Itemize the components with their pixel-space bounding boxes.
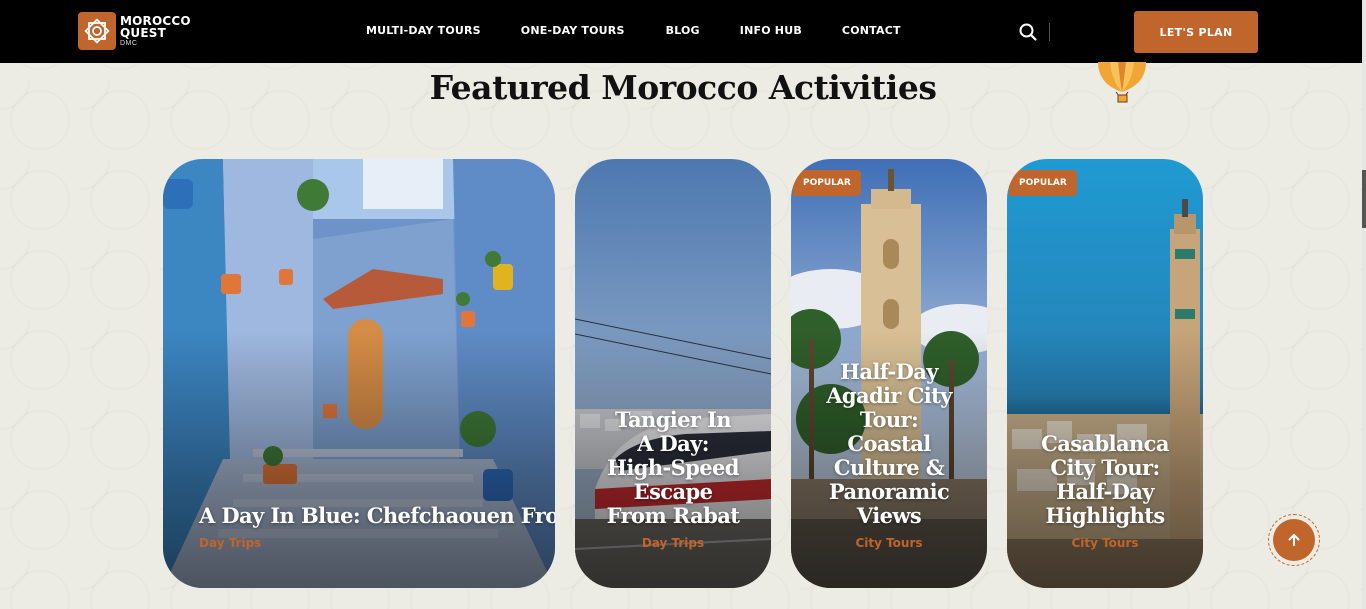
card-category[interactable]: City Tours bbox=[1007, 536, 1203, 550]
nav-info-hub[interactable]: INFO HUB bbox=[740, 24, 802, 37]
card-title[interactable]: Tangier In A Day: High-Speed Escape From… bbox=[575, 408, 771, 528]
card-title[interactable]: A Day In Blue: Chefchaouen From bbox=[199, 504, 555, 528]
activity-card-agadir[interactable]: POPULAR Half-Day Agadir City Tour: Coast… bbox=[791, 159, 987, 588]
popular-badge: POPULAR bbox=[1009, 170, 1077, 196]
card-category[interactable]: Day Trips bbox=[575, 536, 771, 550]
lets-plan-button[interactable]: LET'S PLAN bbox=[1134, 11, 1258, 53]
activity-card-casablanca[interactable]: POPULAR Casablanca City Tour: Half-Day H… bbox=[1007, 159, 1203, 588]
section-title: Featured Morocco Activities bbox=[429, 68, 937, 107]
page-scrollbar[interactable] bbox=[1362, 0, 1366, 609]
activity-card-chefchaouen[interactable]: A Day In Blue: Chefchaouen From Day Trip… bbox=[163, 159, 555, 588]
logo-text-line3: DMC bbox=[120, 40, 138, 47]
popular-badge: POPULAR bbox=[793, 170, 861, 196]
hot-air-balloon-icon bbox=[1094, 62, 1150, 104]
activity-card-tangier[interactable]: Tangier In A Day: High-Speed Escape From… bbox=[575, 159, 771, 588]
site-logo[interactable]: MOROCCO QUEST DMC bbox=[78, 12, 191, 50]
scrollbar-thumb[interactable] bbox=[1362, 170, 1366, 228]
card-category[interactable]: City Tours bbox=[791, 536, 987, 550]
arrow-up-icon bbox=[1273, 519, 1315, 561]
logo-icon bbox=[78, 12, 116, 50]
nav-one-day-tours[interactable]: ONE-DAY TOURS bbox=[521, 24, 625, 37]
search-icon[interactable] bbox=[1018, 22, 1038, 42]
logo-text-line2: QUEST bbox=[120, 26, 166, 40]
nav-contact[interactable]: CONTACT bbox=[842, 24, 901, 37]
nav-multi-day-tours[interactable]: MULTI-DAY TOURS bbox=[366, 24, 481, 37]
nav-divider bbox=[1049, 23, 1050, 41]
back-to-top-button[interactable] bbox=[1268, 514, 1320, 566]
main-menu: MULTI-DAY TOURS ONE-DAY TOURS BLOG INFO … bbox=[366, 24, 941, 37]
card-category[interactable]: Day Trips bbox=[199, 536, 261, 550]
card-title[interactable]: Half-Day Agadir City Tour: Coastal Cultu… bbox=[791, 360, 987, 528]
top-navigation: MOROCCO QUEST DMC MULTI-DAY TOURS ONE-DA… bbox=[0, 0, 1362, 63]
nav-blog[interactable]: BLOG bbox=[666, 24, 700, 37]
card-title[interactable]: Casablanca City Tour: Half-Day Highlight… bbox=[1007, 432, 1203, 528]
